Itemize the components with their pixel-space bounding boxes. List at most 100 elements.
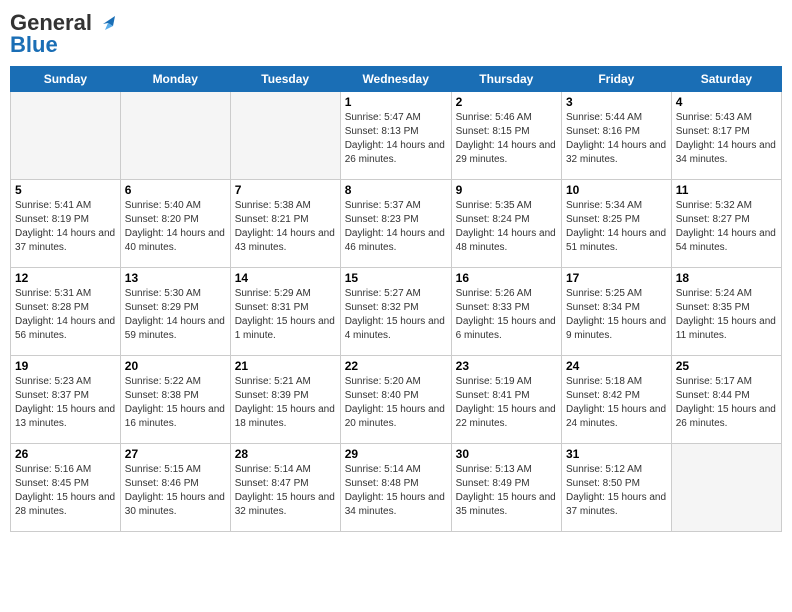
day-info: Sunrise: 5:37 AMSunset: 8:23 PMDaylight:… bbox=[345, 199, 447, 255]
day-info: Sunrise: 5:13 AMSunset: 8:49 PMDaylight:… bbox=[456, 463, 557, 519]
weekday-header-tuesday: Tuesday bbox=[230, 67, 340, 92]
weekday-header-monday: Monday bbox=[120, 67, 230, 92]
day-number: 5 bbox=[15, 183, 116, 197]
logo: General Blue bbox=[10, 10, 121, 58]
day-info: Sunrise: 5:25 AMSunset: 8:34 PMDaylight:… bbox=[566, 287, 667, 343]
day-number: 28 bbox=[235, 447, 336, 461]
calendar-cell: 29 Sunrise: 5:14 AMSunset: 8:48 PMDaylig… bbox=[340, 444, 451, 532]
day-info: Sunrise: 5:20 AMSunset: 8:40 PMDaylight:… bbox=[345, 375, 447, 431]
calendar-cell: 26 Sunrise: 5:16 AMSunset: 8:45 PMDaylig… bbox=[11, 444, 121, 532]
calendar-cell: 20 Sunrise: 5:22 AMSunset: 8:38 PMDaylig… bbox=[120, 356, 230, 444]
calendar-cell: 7 Sunrise: 5:38 AMSunset: 8:21 PMDayligh… bbox=[230, 180, 340, 268]
weekday-header-saturday: Saturday bbox=[671, 67, 781, 92]
day-info: Sunrise: 5:35 AMSunset: 8:24 PMDaylight:… bbox=[456, 199, 557, 255]
logo-bird-icon bbox=[95, 10, 121, 36]
day-number: 24 bbox=[566, 359, 667, 373]
calendar-cell: 30 Sunrise: 5:13 AMSunset: 8:49 PMDaylig… bbox=[451, 444, 561, 532]
calendar-table: SundayMondayTuesdayWednesdayThursdayFrid… bbox=[10, 66, 782, 532]
calendar-cell: 23 Sunrise: 5:19 AMSunset: 8:41 PMDaylig… bbox=[451, 356, 561, 444]
page-header: General Blue bbox=[10, 10, 782, 58]
calendar-cell: 10 Sunrise: 5:34 AMSunset: 8:25 PMDaylig… bbox=[561, 180, 671, 268]
day-info: Sunrise: 5:38 AMSunset: 8:21 PMDaylight:… bbox=[235, 199, 336, 255]
day-info: Sunrise: 5:47 AMSunset: 8:13 PMDaylight:… bbox=[345, 111, 447, 167]
day-number: 18 bbox=[676, 271, 777, 285]
day-number: 9 bbox=[456, 183, 557, 197]
weekday-header-thursday: Thursday bbox=[451, 67, 561, 92]
calendar-cell: 27 Sunrise: 5:15 AMSunset: 8:46 PMDaylig… bbox=[120, 444, 230, 532]
calendar-cell: 17 Sunrise: 5:25 AMSunset: 8:34 PMDaylig… bbox=[561, 268, 671, 356]
day-number: 14 bbox=[235, 271, 336, 285]
calendar-cell: 24 Sunrise: 5:18 AMSunset: 8:42 PMDaylig… bbox=[561, 356, 671, 444]
day-number: 13 bbox=[125, 271, 226, 285]
weekday-header-sunday: Sunday bbox=[11, 67, 121, 92]
day-number: 15 bbox=[345, 271, 447, 285]
day-number: 3 bbox=[566, 95, 667, 109]
calendar-cell: 14 Sunrise: 5:29 AMSunset: 8:31 PMDaylig… bbox=[230, 268, 340, 356]
day-info: Sunrise: 5:19 AMSunset: 8:41 PMDaylight:… bbox=[456, 375, 557, 431]
day-info: Sunrise: 5:44 AMSunset: 8:16 PMDaylight:… bbox=[566, 111, 667, 167]
day-info: Sunrise: 5:46 AMSunset: 8:15 PMDaylight:… bbox=[456, 111, 557, 167]
calendar-cell: 16 Sunrise: 5:26 AMSunset: 8:33 PMDaylig… bbox=[451, 268, 561, 356]
day-number: 23 bbox=[456, 359, 557, 373]
calendar-cell: 4 Sunrise: 5:43 AMSunset: 8:17 PMDayligh… bbox=[671, 92, 781, 180]
calendar-cell: 9 Sunrise: 5:35 AMSunset: 8:24 PMDayligh… bbox=[451, 180, 561, 268]
day-info: Sunrise: 5:14 AMSunset: 8:47 PMDaylight:… bbox=[235, 463, 336, 519]
day-info: Sunrise: 5:17 AMSunset: 8:44 PMDaylight:… bbox=[676, 375, 777, 431]
day-info: Sunrise: 5:14 AMSunset: 8:48 PMDaylight:… bbox=[345, 463, 447, 519]
calendar-cell bbox=[671, 444, 781, 532]
day-info: Sunrise: 5:41 AMSunset: 8:19 PMDaylight:… bbox=[15, 199, 116, 255]
weekday-header-friday: Friday bbox=[561, 67, 671, 92]
calendar-cell: 1 Sunrise: 5:47 AMSunset: 8:13 PMDayligh… bbox=[340, 92, 451, 180]
day-number: 16 bbox=[456, 271, 557, 285]
day-info: Sunrise: 5:16 AMSunset: 8:45 PMDaylight:… bbox=[15, 463, 116, 519]
day-number: 20 bbox=[125, 359, 226, 373]
calendar-cell: 12 Sunrise: 5:31 AMSunset: 8:28 PMDaylig… bbox=[11, 268, 121, 356]
day-info: Sunrise: 5:26 AMSunset: 8:33 PMDaylight:… bbox=[456, 287, 557, 343]
calendar-cell: 19 Sunrise: 5:23 AMSunset: 8:37 PMDaylig… bbox=[11, 356, 121, 444]
day-info: Sunrise: 5:31 AMSunset: 8:28 PMDaylight:… bbox=[15, 287, 116, 343]
calendar-cell bbox=[230, 92, 340, 180]
day-number: 2 bbox=[456, 95, 557, 109]
day-number: 12 bbox=[15, 271, 116, 285]
calendar-cell: 22 Sunrise: 5:20 AMSunset: 8:40 PMDaylig… bbox=[340, 356, 451, 444]
day-number: 26 bbox=[15, 447, 116, 461]
day-number: 1 bbox=[345, 95, 447, 109]
day-info: Sunrise: 5:34 AMSunset: 8:25 PMDaylight:… bbox=[566, 199, 667, 255]
calendar-cell: 18 Sunrise: 5:24 AMSunset: 8:35 PMDaylig… bbox=[671, 268, 781, 356]
day-info: Sunrise: 5:27 AMSunset: 8:32 PMDaylight:… bbox=[345, 287, 447, 343]
calendar-cell: 13 Sunrise: 5:30 AMSunset: 8:29 PMDaylig… bbox=[120, 268, 230, 356]
day-number: 10 bbox=[566, 183, 667, 197]
calendar-cell: 21 Sunrise: 5:21 AMSunset: 8:39 PMDaylig… bbox=[230, 356, 340, 444]
day-info: Sunrise: 5:18 AMSunset: 8:42 PMDaylight:… bbox=[566, 375, 667, 431]
day-info: Sunrise: 5:29 AMSunset: 8:31 PMDaylight:… bbox=[235, 287, 336, 343]
day-number: 31 bbox=[566, 447, 667, 461]
day-info: Sunrise: 5:22 AMSunset: 8:38 PMDaylight:… bbox=[125, 375, 226, 431]
day-number: 19 bbox=[15, 359, 116, 373]
day-info: Sunrise: 5:40 AMSunset: 8:20 PMDaylight:… bbox=[125, 199, 226, 255]
day-info: Sunrise: 5:24 AMSunset: 8:35 PMDaylight:… bbox=[676, 287, 777, 343]
weekday-header-wednesday: Wednesday bbox=[340, 67, 451, 92]
day-info: Sunrise: 5:12 AMSunset: 8:50 PMDaylight:… bbox=[566, 463, 667, 519]
day-number: 21 bbox=[235, 359, 336, 373]
day-number: 27 bbox=[125, 447, 226, 461]
calendar-cell: 15 Sunrise: 5:27 AMSunset: 8:32 PMDaylig… bbox=[340, 268, 451, 356]
day-number: 8 bbox=[345, 183, 447, 197]
calendar-cell: 28 Sunrise: 5:14 AMSunset: 8:47 PMDaylig… bbox=[230, 444, 340, 532]
day-info: Sunrise: 5:23 AMSunset: 8:37 PMDaylight:… bbox=[15, 375, 116, 431]
calendar-cell: 6 Sunrise: 5:40 AMSunset: 8:20 PMDayligh… bbox=[120, 180, 230, 268]
day-info: Sunrise: 5:43 AMSunset: 8:17 PMDaylight:… bbox=[676, 111, 777, 167]
day-number: 29 bbox=[345, 447, 447, 461]
day-number: 4 bbox=[676, 95, 777, 109]
day-info: Sunrise: 5:32 AMSunset: 8:27 PMDaylight:… bbox=[676, 199, 777, 255]
day-number: 22 bbox=[345, 359, 447, 373]
calendar-cell: 3 Sunrise: 5:44 AMSunset: 8:16 PMDayligh… bbox=[561, 92, 671, 180]
calendar-cell bbox=[120, 92, 230, 180]
day-number: 6 bbox=[125, 183, 226, 197]
calendar-cell: 11 Sunrise: 5:32 AMSunset: 8:27 PMDaylig… bbox=[671, 180, 781, 268]
calendar-cell: 5 Sunrise: 5:41 AMSunset: 8:19 PMDayligh… bbox=[11, 180, 121, 268]
calendar-cell: 31 Sunrise: 5:12 AMSunset: 8:50 PMDaylig… bbox=[561, 444, 671, 532]
day-number: 7 bbox=[235, 183, 336, 197]
calendar-cell: 25 Sunrise: 5:17 AMSunset: 8:44 PMDaylig… bbox=[671, 356, 781, 444]
day-info: Sunrise: 5:21 AMSunset: 8:39 PMDaylight:… bbox=[235, 375, 336, 431]
day-info: Sunrise: 5:30 AMSunset: 8:29 PMDaylight:… bbox=[125, 287, 226, 343]
